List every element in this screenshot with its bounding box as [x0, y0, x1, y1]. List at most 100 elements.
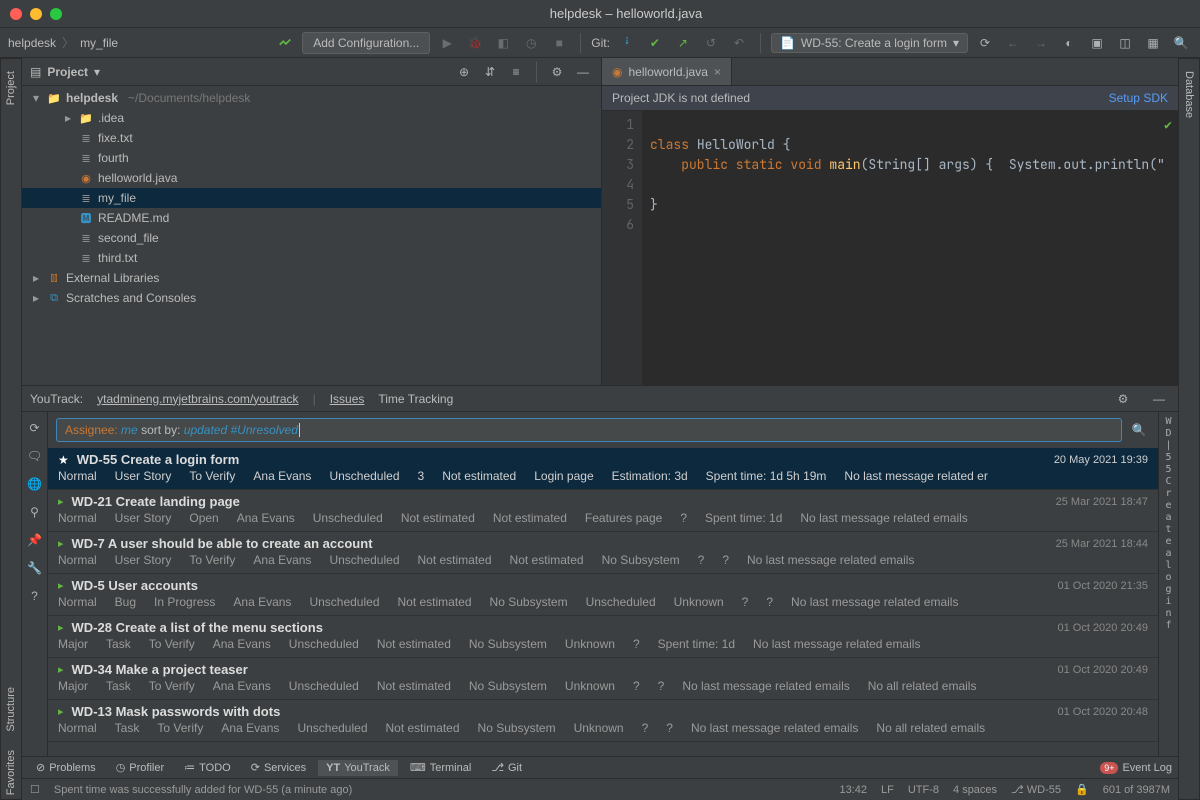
expand-all-icon[interactable]: ⇵ — [480, 61, 500, 83]
status-caret[interactable]: 13:42 — [839, 784, 867, 796]
git-history-icon[interactable]: ↺ — [700, 32, 722, 54]
rail-structure[interactable]: Structure — [5, 683, 17, 736]
rail-favorites[interactable]: Favorites — [5, 746, 17, 799]
breadcrumb-project[interactable]: helpdesk — [8, 36, 56, 50]
ide-icon-3[interactable]: ◫ — [1114, 32, 1136, 54]
profile-icon[interactable]: ◷ — [520, 32, 542, 54]
git-commit-icon[interactable]: ✔ — [644, 32, 666, 54]
tree-item[interactable]: ≣fourth — [22, 148, 601, 168]
status-memory[interactable]: 601 of 3987M — [1103, 784, 1170, 796]
setup-sdk-link[interactable]: Setup SDK — [1109, 91, 1168, 105]
status-line-sep[interactable]: LF — [881, 784, 894, 796]
tw-services[interactable]: ⟳Services — [243, 759, 314, 776]
rail-database[interactable]: Database — [1183, 67, 1195, 122]
tw-profiler[interactable]: ◷Profiler — [108, 759, 172, 776]
issue-row[interactable]: ▸WD-5 User accounts01 Oct 2020 21:35Norm… — [48, 574, 1158, 616]
issue-list[interactable]: ★WD-55 Create a login form20 May 2021 19… — [48, 448, 1158, 756]
git-rollback-icon[interactable]: ↶ — [728, 32, 750, 54]
star-icon[interactable]: ★ — [58, 453, 69, 467]
locate-icon[interactable]: ⊕ — [454, 61, 474, 83]
tree-item[interactable]: ≣my_file — [22, 188, 601, 208]
add-configuration-button[interactable]: Add Configuration... — [302, 32, 430, 54]
hide-panel-icon[interactable]: — — [1148, 388, 1170, 410]
issue-row[interactable]: ▸WD-34 Make a project teaser01 Oct 2020 … — [48, 658, 1158, 700]
tree-root[interactable]: ▾ 📁 helpdesk ~/Documents/helpdesk — [22, 88, 601, 108]
tree-item[interactable]: ≣third.txt — [22, 248, 601, 268]
browser-icon[interactable]: 🌐 — [25, 474, 45, 494]
tree-item[interactable]: ≣second_file — [22, 228, 601, 248]
inspection-ok-icon[interactable]: ✔ — [1164, 115, 1172, 135]
wrench-icon[interactable]: 🔧 — [25, 558, 45, 578]
status-encoding[interactable]: UTF-8 — [908, 784, 939, 796]
git-update-icon[interactable]: ⭭ — [616, 32, 638, 54]
help-icon[interactable]: ? — [25, 586, 45, 606]
window-close[interactable] — [10, 8, 22, 20]
tree-external-libraries[interactable]: ▸ ⫾⫾ External Libraries — [22, 268, 601, 288]
lock-icon[interactable]: 🔒 — [1075, 783, 1089, 796]
editor-code[interactable]: ✔class HelloWorld { public static void m… — [642, 111, 1178, 385]
rail-project[interactable]: Project — [5, 67, 17, 109]
collapse-all-icon[interactable]: ≡ — [506, 61, 526, 83]
comment-icon[interactable]: 🗨 — [25, 446, 45, 466]
youtrack-search-input[interactable]: Assignee: me sort by: updated #Unresolve… — [56, 418, 1122, 442]
tree-item[interactable]: ◉helloworld.java — [22, 168, 601, 188]
tw-youtrack[interactable]: YTYouTrack — [318, 760, 398, 776]
issue-row[interactable]: ★WD-55 Create a login form20 May 2021 19… — [48, 448, 1158, 490]
issue-row[interactable]: ▸WD-7 A user should be able to create an… — [48, 532, 1158, 574]
expand-icon[interactable]: ▸ — [58, 621, 64, 634]
hammer-icon[interactable] — [274, 32, 296, 54]
issue-row[interactable]: ▸WD-28 Create a list of the menu section… — [48, 616, 1158, 658]
youtrack-server-link[interactable]: ytadmineng.myjetbrains.com/youtrack — [97, 392, 298, 406]
search-everywhere-icon[interactable]: 🔍 — [1170, 32, 1192, 54]
ide-icon-4[interactable]: ▦ — [1142, 32, 1164, 54]
status-branch[interactable]: ⎇ WD-55 — [1011, 783, 1061, 796]
refresh-icon[interactable]: ⟳ — [25, 418, 45, 438]
back-icon[interactable]: ← — [1002, 32, 1024, 54]
pin-icon[interactable]: 📌 — [25, 530, 45, 550]
event-log-button[interactable]: 9+ Event Log — [1100, 762, 1172, 774]
run-icon[interactable]: ▶ — [436, 32, 458, 54]
gear-icon[interactable]: ⚙ — [547, 61, 567, 83]
tree-toggle-icon[interactable]: ▸ — [30, 291, 42, 305]
ide-icon-2[interactable]: ▣ — [1086, 32, 1108, 54]
filter-icon[interactable]: ⚲ — [25, 502, 45, 522]
tw-problems[interactable]: ⊘Problems — [28, 759, 104, 776]
gear-icon[interactable]: ⚙ — [1112, 388, 1134, 410]
status-icon[interactable]: ☐ — [30, 783, 40, 796]
editor-tab[interactable]: ◉ helloworld.java × — [602, 58, 732, 85]
task-selector[interactable]: 📄 WD-55: Create a login form ▾ — [771, 33, 968, 53]
breadcrumb-file[interactable]: my_file — [80, 36, 118, 50]
expand-icon[interactable]: ▸ — [58, 579, 64, 592]
hide-panel-icon[interactable]: — — [573, 61, 593, 83]
coverage-icon[interactable]: ◧ — [492, 32, 514, 54]
expand-icon[interactable]: ▸ — [58, 537, 64, 550]
tree-item[interactable]: ≣fixe.txt — [22, 128, 601, 148]
tree-item[interactable]: ▸📁.idea — [22, 108, 601, 128]
tree-item[interactable]: 🅼README.md — [22, 208, 601, 228]
window-maximize[interactable] — [50, 8, 62, 20]
expand-icon[interactable]: ▸ — [58, 495, 64, 508]
issue-row[interactable]: ▸WD-13 Mask passwords with dots01 Oct 20… — [48, 700, 1158, 742]
youtrack-nav-issues[interactable]: Issues — [330, 392, 365, 406]
tw-terminal[interactable]: ⌨Terminal — [402, 759, 479, 776]
tw-todo[interactable]: ≔TODO — [176, 759, 239, 776]
chevron-down-icon[interactable]: ▾ — [94, 65, 100, 79]
window-minimize[interactable] — [30, 8, 42, 20]
tw-git[interactable]: ⎇Git — [483, 759, 530, 776]
sync-icon[interactable]: ⟳ — [974, 32, 996, 54]
forward-icon[interactable]: → — [1030, 32, 1052, 54]
youtrack-nav-time[interactable]: Time Tracking — [378, 392, 453, 406]
tree-toggle-icon[interactable]: ▾ — [30, 91, 42, 105]
search-icon[interactable]: 🔍 — [1128, 423, 1150, 437]
expand-icon[interactable]: ▸ — [58, 705, 64, 718]
project-header-title[interactable]: Project — [47, 65, 88, 79]
expand-icon[interactable]: ▸ — [58, 663, 64, 676]
debug-icon[interactable]: 🐞 — [464, 32, 486, 54]
tree-toggle-icon[interactable]: ▸ — [30, 271, 42, 285]
editor-body[interactable]: 1 2 3 4 5 6 ✔class HelloWorld { public s… — [602, 111, 1178, 385]
close-icon[interactable]: × — [714, 65, 721, 79]
ide-icon-1[interactable]: ◐ — [1058, 32, 1080, 54]
stop-icon[interactable]: ■ — [548, 32, 570, 54]
tree-scratches[interactable]: ▸ ⧉ Scratches and Consoles — [22, 288, 601, 308]
git-push-icon[interactable]: ↗ — [672, 32, 694, 54]
